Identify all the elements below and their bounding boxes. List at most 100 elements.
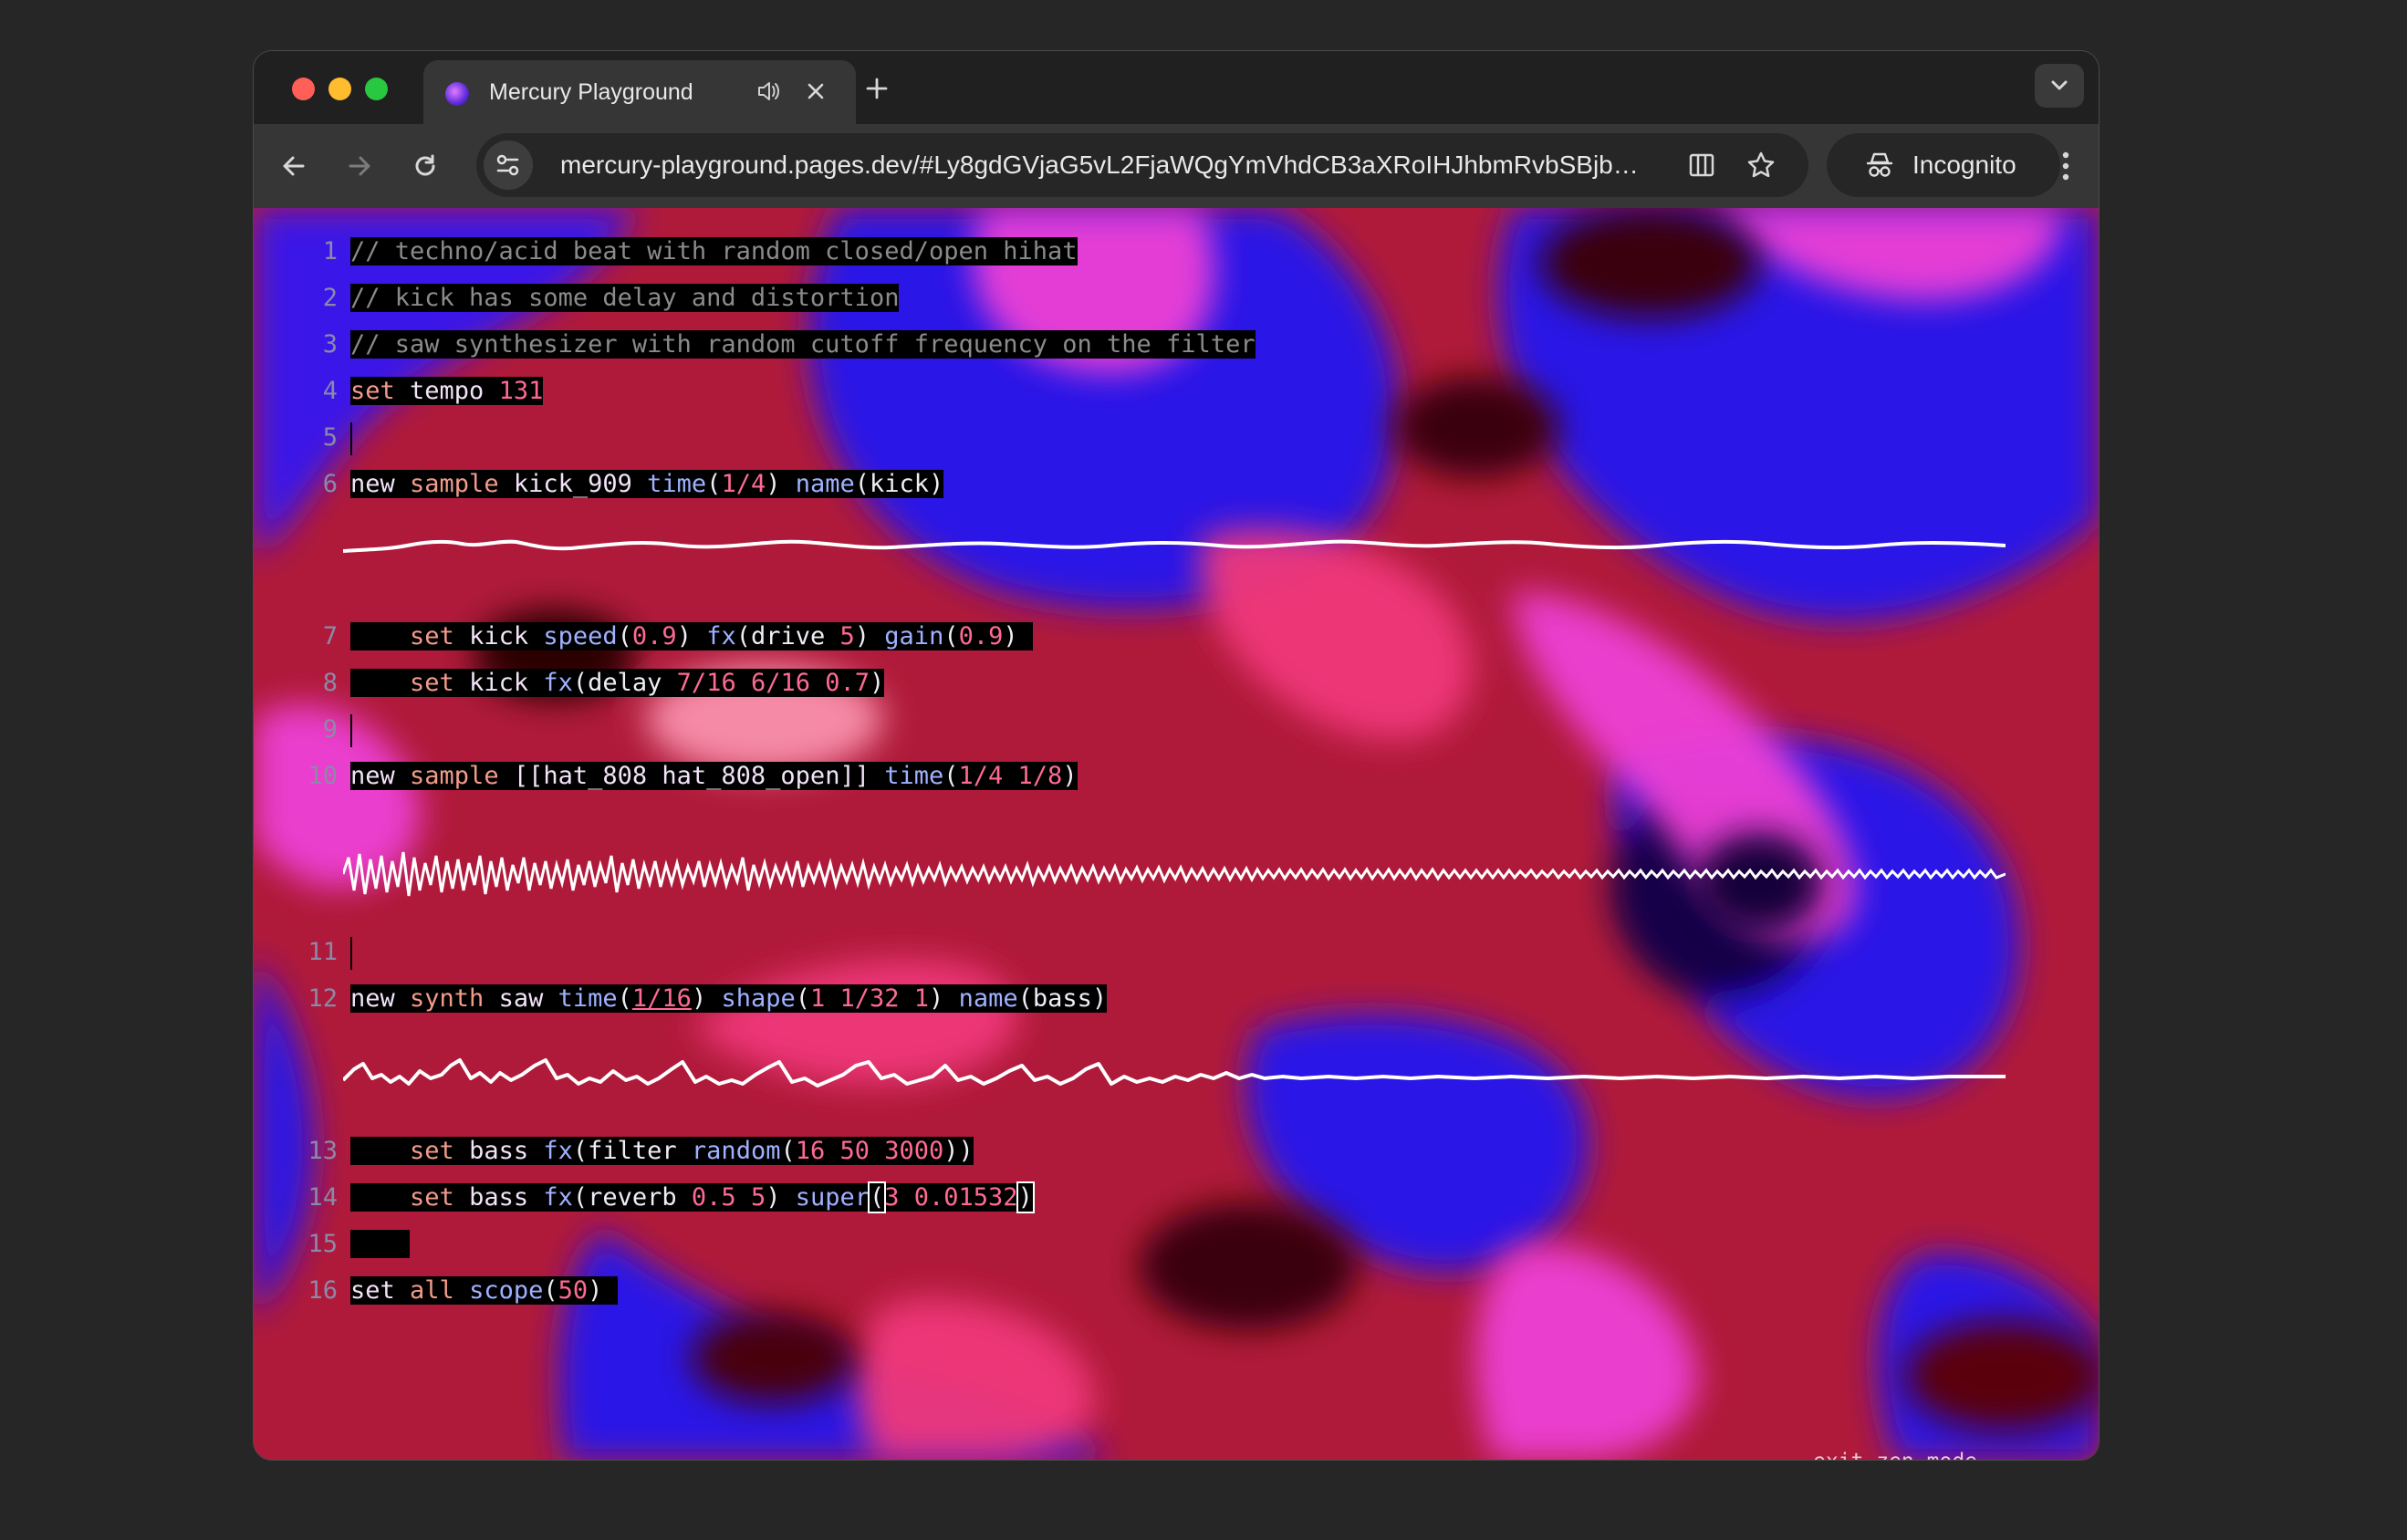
code-token: ( xyxy=(795,984,810,1013)
code-token: set xyxy=(410,669,454,697)
more-menu-icon[interactable] xyxy=(2057,146,2075,186)
code-line-9[interactable] xyxy=(350,706,352,753)
code-line-12[interactable]: new synth saw time(1/16) shape(1 1/32 1)… xyxy=(350,975,1108,1022)
code-token: ) xyxy=(1003,622,1033,650)
code-comment: // kick has some delay and distortion xyxy=(350,284,900,312)
incognito-icon xyxy=(1866,152,1893,177)
code-line-4[interactable]: set tempo 131 xyxy=(350,368,544,414)
line-number: 9 xyxy=(322,715,338,744)
code-line-11[interactable] xyxy=(350,929,352,975)
line-number: 14 xyxy=(307,1183,338,1212)
code-line-1[interactable]: // techno/acid beat with random closed/o… xyxy=(350,228,1078,275)
site-settings-button[interactable] xyxy=(484,140,533,190)
line-number: 1 xyxy=(322,237,338,265)
mercury-favicon-icon xyxy=(445,82,469,106)
tab-title: Mercury Playground xyxy=(489,79,693,105)
code-token: tempo xyxy=(394,377,499,405)
code-token: ) xyxy=(870,669,885,697)
code-line-7[interactable]: set kick speed(0.9) fx(drive 5) gain(0.9… xyxy=(350,613,1033,660)
code-token: saw xyxy=(498,984,558,1013)
code-token: fx xyxy=(543,669,573,697)
forward-arrow-icon[interactable] xyxy=(341,148,378,184)
code-token: synth xyxy=(394,984,499,1013)
line-number: 6 xyxy=(322,470,338,498)
code-token: gain xyxy=(884,622,944,650)
code-token: 1/4 xyxy=(721,470,766,498)
code-token: ) xyxy=(691,984,722,1013)
code-line-16[interactable]: set all scope(50) xyxy=(350,1267,618,1314)
line-number: 13 xyxy=(307,1137,338,1165)
code-line-14[interactable]: set bass fx(reverb 0.5 5) super(3 0.0153… xyxy=(350,1174,1035,1221)
code-token: 131 xyxy=(498,377,544,405)
code-token: new xyxy=(350,984,395,1013)
code-line-2[interactable]: // kick has some delay and distortion xyxy=(350,275,900,321)
code-line-3[interactable]: // saw synthesizer with random cutoff fr… xyxy=(350,321,1256,368)
tab-search-button[interactable] xyxy=(2035,64,2084,108)
code-token: [[hat_808 hat_808_open]] xyxy=(513,762,885,790)
line-number: 4 xyxy=(322,377,338,405)
code-token: ( xyxy=(780,1137,796,1165)
code-token: ) xyxy=(1062,762,1078,790)
code-token: (reverb xyxy=(572,1183,692,1212)
code-token: time xyxy=(557,984,618,1013)
hihat-waveform xyxy=(343,851,2006,897)
close-window-button[interactable] xyxy=(292,78,315,100)
code-token: 7/16 6/16 0.7 xyxy=(676,669,870,697)
zoom-window-button[interactable] xyxy=(365,78,388,100)
code-line-5[interactable] xyxy=(350,414,352,461)
plus-icon[interactable] xyxy=(861,73,892,104)
code-line-8[interactable]: set kick fx(delay 7/16 6/16 0.7) xyxy=(350,660,885,706)
code-token: ) xyxy=(676,622,707,650)
reload-icon[interactable] xyxy=(407,148,443,184)
line-number: 12 xyxy=(307,984,338,1013)
code-token: bass xyxy=(453,1137,544,1165)
code-token: 0.9 xyxy=(631,622,677,650)
code-token: ( xyxy=(943,622,959,650)
code-token: ) xyxy=(766,470,796,498)
url-text[interactable]: mercury-playground.pages.dev/#Ly8gdGVjaG… xyxy=(560,151,1639,180)
minimize-window-button[interactable] xyxy=(328,78,351,100)
audio-icon[interactable] xyxy=(754,77,783,106)
empty-line-marker xyxy=(350,421,352,455)
address-bar[interactable]: mercury-playground.pages.dev/#Ly8gdGVjaG… xyxy=(476,133,1808,197)
code-token: bass xyxy=(453,1183,544,1212)
reader-mode-icon[interactable] xyxy=(1685,149,1718,182)
incognito-badge[interactable]: Incognito xyxy=(1827,133,2060,197)
back-arrow-icon[interactable] xyxy=(276,148,312,184)
bass-oscilloscope xyxy=(343,1058,2006,1087)
code-token: speed xyxy=(543,622,618,650)
tab-mercury-playground[interactable]: Mercury Playground xyxy=(423,60,856,126)
code-token: 1/16 xyxy=(631,984,692,1013)
code-token: 5 xyxy=(839,622,855,650)
code-token: 3 0.01532 xyxy=(884,1183,1018,1212)
incognito-label: Incognito xyxy=(1912,151,2016,179)
exit-zen-mode-button[interactable]: exit zen mode xyxy=(1813,1450,1977,1460)
code-token: time xyxy=(647,470,707,498)
line-number: 7 xyxy=(322,622,338,650)
code-token: (filter xyxy=(572,1137,692,1165)
code-token: sample xyxy=(394,470,514,498)
code-token: ) xyxy=(854,622,885,650)
code-token: 0.9 xyxy=(958,622,1004,650)
close-icon[interactable] xyxy=(801,77,830,106)
code-line-15[interactable] xyxy=(350,1221,411,1267)
code-token: (delay xyxy=(572,669,677,697)
code-token: kick_909 xyxy=(513,470,648,498)
code-token: set xyxy=(350,1276,395,1305)
code-line-13[interactable]: set bass fx(filter random(16 50 3000)) xyxy=(350,1128,974,1174)
code-token: ( xyxy=(617,984,632,1013)
code-token: ( xyxy=(543,1276,558,1305)
code-token: super xyxy=(795,1183,870,1212)
line-number: 5 xyxy=(322,423,338,452)
code-token: set xyxy=(410,1183,454,1212)
code-line-10[interactable]: new sample [[hat_808 hat_808_open]] time… xyxy=(350,753,1078,799)
browser-window: Mercury Playground mercury-playground.pa… xyxy=(254,51,2099,1460)
bookmark-star-icon[interactable] xyxy=(1745,149,1777,182)
code-token: fx xyxy=(706,622,736,650)
code-token: set xyxy=(410,622,454,650)
code-token: time xyxy=(884,762,944,790)
code-token: ( xyxy=(943,762,959,790)
code-line-6[interactable]: new sample kick_909 time(1/4) name(kick) xyxy=(350,461,944,507)
